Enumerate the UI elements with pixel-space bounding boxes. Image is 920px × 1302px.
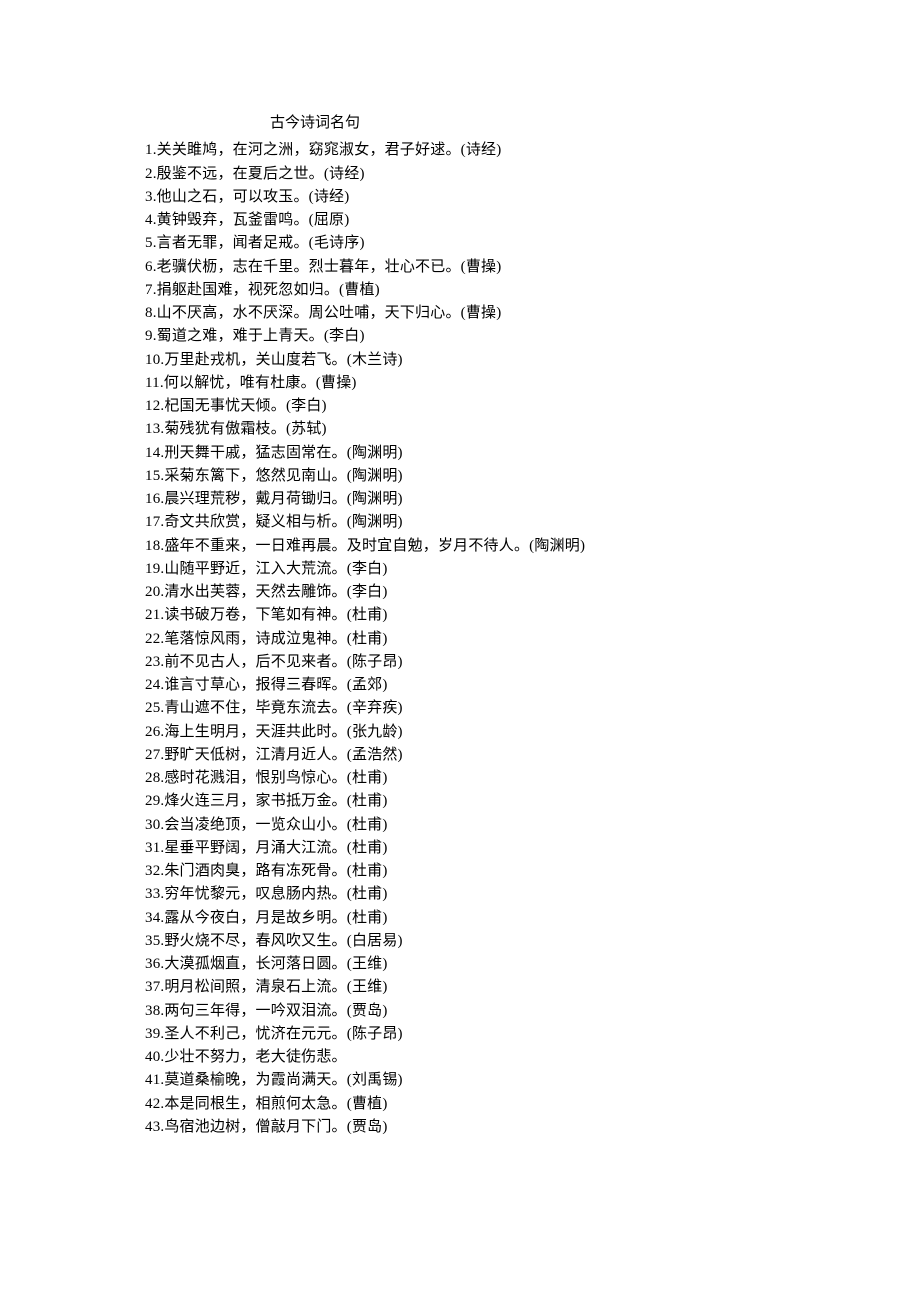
poem-line: 25.青山遮不住，毕竟东流去。(辛弃疾) (145, 697, 860, 720)
poem-line: 8.山不厌高，水不厌深。周公吐哺，天下归心。(曹操) (145, 302, 860, 325)
poem-line: 18.盛年不重来，一日难再晨。及时宜自勉，岁月不待人。(陶渊明) (145, 535, 860, 558)
poem-line: 4.黄钟毁弃，瓦釜雷鸣。(屈原) (145, 209, 860, 232)
poem-line: 5.言者无罪，闻者足戒。(毛诗序) (145, 232, 860, 255)
poem-line: 39.圣人不利己，忧济在元元。(陈子昂) (145, 1023, 860, 1046)
poem-line: 30.会当凌绝顶，一览众山小。(杜甫) (145, 814, 860, 837)
poem-line: 43.鸟宿池边树，僧敲月下门。(贾岛) (145, 1116, 860, 1139)
poem-line: 38.两句三年得，一吟双泪流。(贾岛) (145, 1000, 860, 1023)
poem-line: 42.本是同根生，相煎何太急。(曹植) (145, 1093, 860, 1116)
poem-line: 33.穷年忧黎元，叹息肠内热。(杜甫) (145, 883, 860, 906)
poem-line: 35.野火烧不尽，春风吹又生。(白居易) (145, 930, 860, 953)
document-title: 古今诗词名句 (0, 112, 775, 135)
poem-line: 6.老骥伏枥，志在千里。烈士暮年，壮心不已。(曹操) (145, 256, 860, 279)
poem-line: 40.少壮不努力，老大徒伤悲。 (145, 1046, 860, 1069)
poem-line: 27.野旷天低树，江清月近人。(孟浩然) (145, 744, 860, 767)
poem-line: 9.蜀道之难，难于上青天。(李白) (145, 325, 860, 348)
poem-line: 28.感时花溅泪，恨别鸟惊心。(杜甫) (145, 767, 860, 790)
poem-line: 10.万里赴戎机，关山度若飞。(木兰诗) (145, 349, 860, 372)
poem-line: 17.奇文共欣赏，疑义相与析。(陶渊明) (145, 511, 860, 534)
poem-line: 22.笔落惊风雨，诗成泣鬼神。(杜甫) (145, 628, 860, 651)
poem-line: 37.明月松间照，清泉石上流。(王维) (145, 976, 860, 999)
poem-line: 14.刑天舞干戚，猛志固常在。(陶渊明) (145, 442, 860, 465)
poem-line: 20.清水出芙蓉，天然去雕饰。(李白) (145, 581, 860, 604)
poem-line: 7.捐躯赴国难，视死忽如归。(曹植) (145, 279, 860, 302)
poem-line: 36.大漠孤烟直，长河落日圆。(王维) (145, 953, 860, 976)
poem-line: 2.殷鉴不远，在夏后之世。(诗经) (145, 163, 860, 186)
document-content: 1.关关雎鸠，在河之洲，窈窕淑女，君子好逑。(诗经) 2.殷鉴不远，在夏后之世。… (0, 139, 920, 1139)
poem-line: 11.何以解忧，唯有杜康。(曹操) (145, 372, 860, 395)
poem-line: 3.他山之石，可以攻玉。(诗经) (145, 186, 860, 209)
poem-line: 24.谁言寸草心，报得三春晖。(孟郊) (145, 674, 860, 697)
poem-line: 32.朱门酒肉臭，路有冻死骨。(杜甫) (145, 860, 860, 883)
poem-line: 23.前不见古人，后不见来者。(陈子昂) (145, 651, 860, 674)
poem-line: 41.莫道桑榆晚，为霞尚满天。(刘禹锡) (145, 1069, 860, 1092)
poem-line: 12.杞国无事忧天倾。(李白) (145, 395, 860, 418)
poem-line: 19.山随平野近，江入大荒流。(李白) (145, 558, 860, 581)
poem-line: 21.读书破万卷，下笔如有神。(杜甫) (145, 604, 860, 627)
poem-line: 1.关关雎鸠，在河之洲，窈窕淑女，君子好逑。(诗经) (145, 139, 860, 162)
poem-line: 13.菊残犹有傲霜枝。(苏轼) (145, 418, 860, 441)
poem-line: 34.露从今夜白，月是故乡明。(杜甫) (145, 907, 860, 930)
poem-line: 26.海上生明月，天涯共此时。(张九龄) (145, 721, 860, 744)
poem-line: 29.烽火连三月，家书抵万金。(杜甫) (145, 790, 860, 813)
poem-line: 31.星垂平野阔，月涌大江流。(杜甫) (145, 837, 860, 860)
poem-line: 16.晨兴理荒秽，戴月荷锄归。(陶渊明) (145, 488, 860, 511)
poem-line: 15.采菊东篱下，悠然见南山。(陶渊明) (145, 465, 860, 488)
